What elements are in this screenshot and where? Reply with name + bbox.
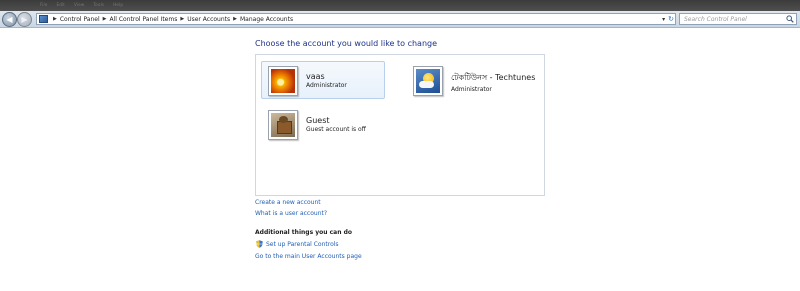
breadcrumb-manage-accounts[interactable]: Manage Accounts <box>240 16 293 23</box>
breadcrumb-control-panel[interactable]: Control Panel <box>60 16 100 23</box>
navigation-bar: ◀ ▶ ▶ Control Panel ▶ All Control Panel … <box>0 11 800 28</box>
account-name: টেকটিউনস - Techtunes <box>451 73 536 82</box>
back-button[interactable]: ◀ <box>2 12 17 27</box>
address-dropdown-icon[interactable]: ▾ <box>662 16 665 23</box>
accounts-panel: vaas Administrator টেকটিউনস - Techtunes … <box>255 54 545 196</box>
parental-controls-link[interactable]: Set up Parental Controls <box>266 241 339 248</box>
control-panel-icon <box>39 15 48 23</box>
account-tile-guest[interactable]: Guest Guest account is off <box>261 105 385 143</box>
search-icon[interactable] <box>784 14 796 24</box>
flower-avatar-icon <box>268 66 298 96</box>
breadcrumb-arrow-icon[interactable]: ▶ <box>180 16 184 22</box>
window-title-bar: File Edit View Tools Help <box>0 0 800 11</box>
search-box[interactable]: Search Control Panel <box>679 13 797 25</box>
account-name: vaas <box>306 72 325 81</box>
breadcrumb-arrow-icon[interactable]: ▶ <box>53 16 57 22</box>
page-title: Choose the account you would like to cha… <box>255 39 438 48</box>
create-account-link[interactable]: Create a new account <box>255 199 321 206</box>
account-role: Administrator <box>451 86 492 93</box>
menu-item[interactable]: Edit <box>57 2 66 7</box>
account-role: Guest account is off <box>306 126 366 133</box>
address-bar[interactable]: ▶ Control Panel ▶ All Control Panel Item… <box>36 13 676 25</box>
account-tile-vaas[interactable]: vaas Administrator <box>261 61 385 99</box>
back-arrow-icon: ◀ <box>6 15 13 24</box>
weather-avatar-icon <box>413 66 443 96</box>
refresh-icon[interactable]: ↻ <box>668 15 674 23</box>
breadcrumb-all-items[interactable]: All Control Panel Items <box>110 16 178 23</box>
menu-bar: File Edit View Tools Help <box>40 2 123 7</box>
forward-arrow-icon: ▶ <box>21 15 28 24</box>
account-role: Administrator <box>306 82 347 89</box>
breadcrumb-arrow-icon[interactable]: ▶ <box>233 16 237 22</box>
menu-item[interactable]: File <box>40 2 48 7</box>
shield-icon <box>256 240 263 248</box>
menu-item[interactable]: Help <box>113 2 123 7</box>
menu-item[interactable]: View <box>74 2 84 7</box>
account-name: Guest <box>306 116 330 125</box>
breadcrumb-arrow-icon[interactable]: ▶ <box>103 16 107 22</box>
forward-button[interactable]: ▶ <box>17 12 32 27</box>
additional-things-heading: Additional things you can do <box>255 229 353 236</box>
menu-item[interactable]: Tools <box>93 2 104 7</box>
main-user-accounts-link[interactable]: Go to the main User Accounts page <box>255 253 362 260</box>
briefcase-avatar-icon <box>268 110 298 140</box>
account-tile-techtunes[interactable]: টেকটিউনস - Techtunes Administrator <box>407 61 541 99</box>
search-input[interactable]: Search Control Panel <box>680 16 784 23</box>
breadcrumb-user-accounts[interactable]: User Accounts <box>187 16 230 23</box>
what-is-account-link[interactable]: What is a user account? <box>255 210 327 217</box>
